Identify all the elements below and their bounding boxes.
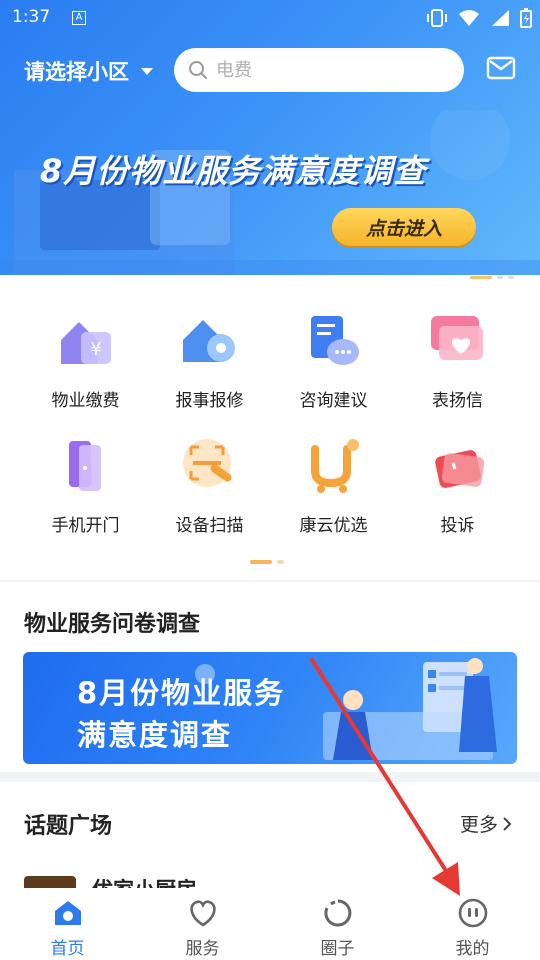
banner-title[interactable]: 8月份物业服务满意度调查 xyxy=(40,146,426,192)
tab-circle[interactable]: 圈子 xyxy=(270,888,405,960)
survey-banner-text: 8月份物业服务 满意度调查 xyxy=(77,672,285,756)
tab-circle-label: 圈子 xyxy=(320,939,355,959)
grid-pagination-dot-active xyxy=(250,560,272,564)
topics-more-link[interactable]: 更多 xyxy=(460,810,512,837)
circle-icon xyxy=(323,899,351,927)
survey-banner-line1: 8月份物业服务 xyxy=(77,676,286,710)
grid-item-shop[interactable]: 康云优选 xyxy=(272,435,395,560)
praise-letter-icon xyxy=(430,316,483,360)
message-icon[interactable] xyxy=(486,56,516,80)
status-bar: 1:37 A xyxy=(0,0,540,36)
tab-home[interactable]: 首页 xyxy=(0,888,135,960)
phone-door-icon xyxy=(68,441,101,491)
search-icon xyxy=(189,61,207,79)
grid-item-scan[interactable]: 设备扫描 xyxy=(148,435,271,560)
svg-text:¥: ¥ xyxy=(90,339,101,360)
banner-pagination xyxy=(470,276,514,279)
status-time: 1:37 xyxy=(12,7,51,27)
pagination-dot xyxy=(508,276,514,279)
grid-item-label: 投诉 xyxy=(440,516,475,536)
grid-item-consult[interactable]: 咨询建议 xyxy=(272,310,395,435)
caret-down-icon xyxy=(141,67,153,75)
service-grid: ¥ 物业缴费 报事报修 咨询建议 表扬信 手机开门 设备扫描 康云优选 投诉 xyxy=(0,310,540,560)
search-input[interactable] xyxy=(216,59,436,81)
header-hero: 1:37 A 请选择小区 8月份物业服务满意度调查 点击进入 xyxy=(0,0,540,275)
bottom-tab-bar: 首页 服务 圈子 我的 xyxy=(0,888,540,960)
top-bar: 请选择小区 xyxy=(0,46,540,96)
tab-home-label: 首页 xyxy=(50,939,85,959)
heart-icon xyxy=(189,900,216,927)
grid-item-label: 康云优选 xyxy=(299,516,368,536)
wifi-icon xyxy=(459,10,479,26)
grid-item-label: 报事报修 xyxy=(175,391,244,411)
signal-icon xyxy=(492,10,509,26)
community-selector-label: 请选择小区 xyxy=(24,60,129,84)
survey-section-title: 物业服务问卷调查 xyxy=(24,612,201,637)
community-selector[interactable]: 请选择小区 xyxy=(24,56,153,86)
grid-pagination-dot xyxy=(277,560,284,564)
scan-icon xyxy=(182,439,232,487)
home-icon xyxy=(54,901,81,925)
grid-item-label: 设备扫描 xyxy=(175,516,244,536)
grid-pagination xyxy=(250,560,284,564)
grid-item-label: 咨询建议 xyxy=(299,391,368,411)
topics-section-title: 话题广场 xyxy=(24,814,113,839)
consult-icon xyxy=(310,316,359,365)
search-bar[interactable] xyxy=(174,48,464,92)
grid-row: 手机开门 设备扫描 康云优选 投诉 xyxy=(0,435,540,560)
grid-item-property-fee[interactable]: ¥ 物业缴费 xyxy=(24,310,147,435)
pagination-dot-active xyxy=(470,276,492,279)
banner-illustration xyxy=(0,110,540,275)
tab-mine-label: 我的 xyxy=(455,939,490,959)
grid-item-praise[interactable]: 表扬信 xyxy=(396,310,519,435)
grid-item-phone-door[interactable]: 手机开门 xyxy=(24,435,147,560)
survey-banner-line2: 满意度调查 xyxy=(77,718,233,752)
grid-item-label: 表扬信 xyxy=(432,391,483,411)
grid-item-complaint[interactable]: 投诉 xyxy=(396,435,519,560)
chevron-right-icon xyxy=(503,816,512,831)
complaint-icon xyxy=(434,450,484,488)
topics-more-label: 更多 xyxy=(459,814,498,836)
grid-item-label: 手机开门 xyxy=(51,516,120,536)
profile-icon xyxy=(458,898,487,928)
app-badge-icon: A xyxy=(72,11,86,25)
banner-enter-button[interactable]: 点击进入 xyxy=(332,208,476,246)
pagination-dot xyxy=(497,276,503,279)
repair-icon xyxy=(182,320,235,362)
vibrate-icon xyxy=(427,9,447,27)
survey-section: 物业服务问卷调查 8月份物业服务 满意度调查 xyxy=(0,582,540,772)
grid-item-repair[interactable]: 报事报修 xyxy=(148,310,271,435)
grid-row: ¥ 物业缴费 报事报修 咨询建议 表扬信 xyxy=(0,310,540,435)
topics-section: 话题广场 更多 优家小厨房 xyxy=(0,782,540,892)
battery-icon xyxy=(520,8,532,28)
survey-banner[interactable]: 8月份物业服务 满意度调查 xyxy=(23,652,517,764)
shop-cart-icon xyxy=(310,439,359,493)
grid-item-label: 物业缴费 xyxy=(51,391,120,411)
tab-service-label: 服务 xyxy=(185,939,220,959)
tab-mine[interactable]: 我的 xyxy=(405,888,540,960)
property-fee-icon: ¥ xyxy=(60,322,111,364)
tab-service[interactable]: 服务 xyxy=(135,888,270,960)
